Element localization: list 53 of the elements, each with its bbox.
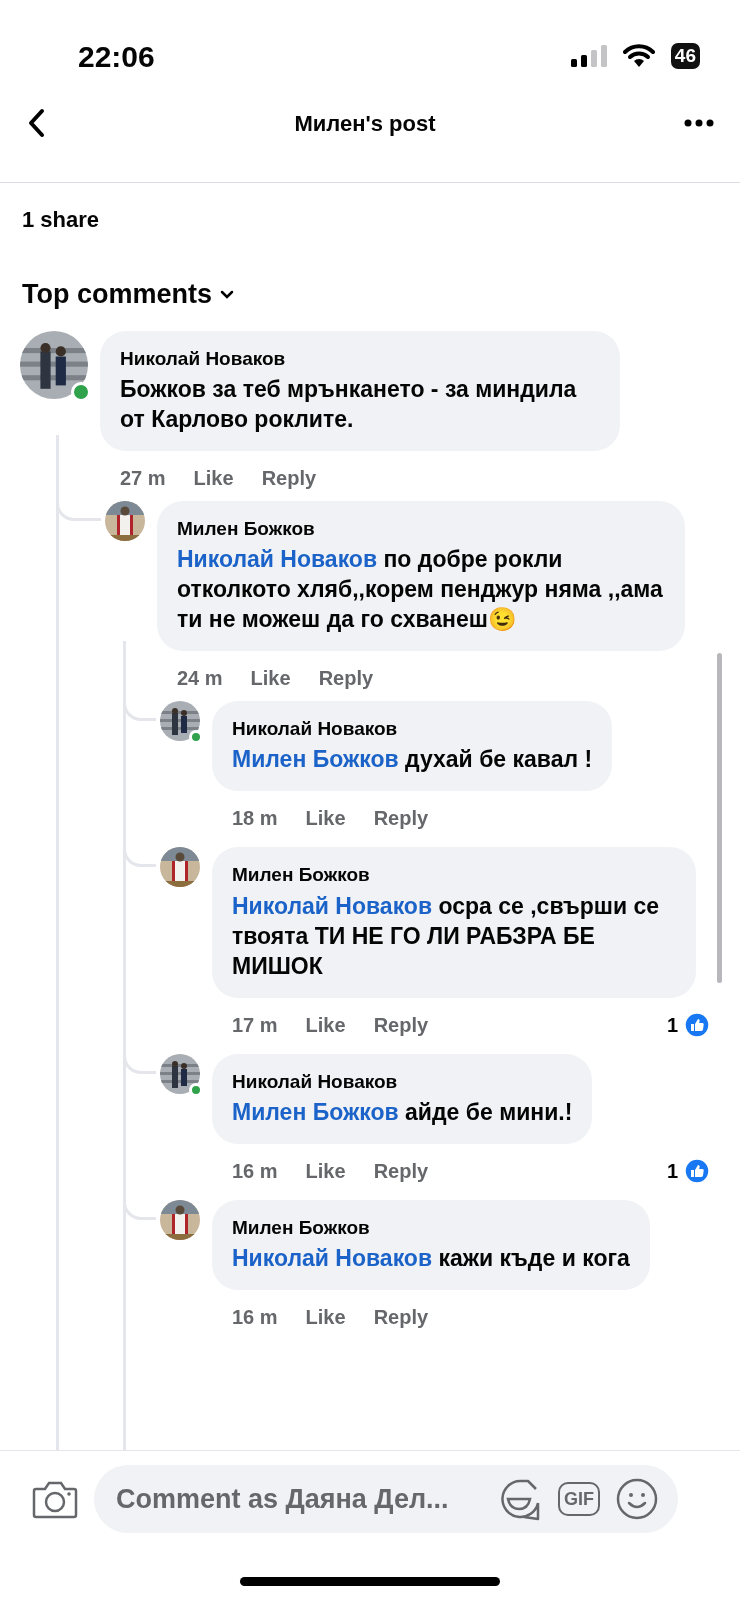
wifi-icon <box>622 44 655 68</box>
reply-link[interactable]: Reply <box>373 1155 429 1186</box>
mention-link[interactable]: Николай Новаков <box>232 892 433 919</box>
comment-text: Милен Божков духай бе кавал ! <box>232 745 593 775</box>
comment-text: Николай Новаков по добре рокли отколкото хляб,,корем пенджур няма ,,ама ти не можеш да го схванеш😉 <box>177 545 664 635</box>
timestamp: 18 m <box>232 806 278 832</box>
like-link[interactable]: Like <box>305 1009 346 1040</box>
sticker-icon[interactable] <box>498 1477 542 1521</box>
reply-link[interactable]: Reply <box>261 462 317 493</box>
mention-link[interactable]: Николай Новаков <box>177 546 378 573</box>
caret-icon <box>220 289 234 299</box>
author-name: Милен Божков <box>232 863 371 888</box>
author-name: Николай Новаков <box>120 346 287 371</box>
reply-link[interactable]: Reply <box>373 1009 429 1040</box>
battery-level: 46 <box>670 43 700 69</box>
mention-link[interactable]: Милен Божков <box>232 1099 399 1125</box>
comment-text: Николай Новаков кажи къде и кога <box>232 1244 630 1274</box>
reaction-count: 1 <box>666 1012 678 1038</box>
like-link[interactable]: Like <box>250 662 291 693</box>
like-link[interactable]: Like <box>193 462 234 493</box>
back-icon[interactable] <box>26 108 46 138</box>
timestamp: 17 m <box>232 1012 278 1038</box>
timestamp: 27 m <box>120 465 166 491</box>
reaction-count: 1 <box>666 1158 678 1184</box>
reply-link[interactable]: Reply <box>373 803 429 834</box>
share-count: 1 share <box>21 206 101 234</box>
mention-link[interactable]: Милен Божков <box>232 746 399 773</box>
author-name: Милен Божков <box>232 1215 371 1240</box>
sort-dropdown[interactable]: Top comments <box>22 274 234 315</box>
author-name: Николай Новаков <box>232 716 399 741</box>
timestamp: 16 m <box>232 1305 278 1331</box>
author-name: Милен Божков <box>177 516 316 541</box>
like-reaction-icon <box>684 1011 710 1038</box>
timestamp: 24 m <box>177 665 223 691</box>
like-link[interactable]: Like <box>305 1155 346 1186</box>
comment-text: Божков за теб мрънкането - за миндила от Карлово роклите. <box>120 375 578 434</box>
like-reaction-icon <box>684 1157 710 1184</box>
gif-button[interactable]: GIF <box>558 1482 600 1516</box>
more-icon[interactable] <box>684 119 714 127</box>
like-link[interactable]: Like <box>305 803 346 834</box>
reply-link[interactable]: Reply <box>373 1302 429 1333</box>
post-title: Милен's post <box>294 109 436 138</box>
mention-link[interactable]: Николай Новаков <box>232 1245 433 1272</box>
reply-link[interactable]: Reply <box>318 662 374 693</box>
comment-text: Милен Божков айде бе мини.! <box>232 1098 573 1127</box>
like-link[interactable]: Like <box>305 1302 346 1333</box>
author-name: Николай Новаков <box>232 1069 399 1094</box>
emoji-icon[interactable] <box>616 1478 658 1520</box>
clock-time: 22:06 <box>78 38 155 75</box>
signal-icon <box>570 45 607 67</box>
camera-icon[interactable] <box>32 1479 78 1519</box>
comment-text: Николай Новаков осра се ,свърши се твоята ТИ НЕ ГО ЛИ РАБЗРА БЕ МИШОК <box>232 891 661 981</box>
timestamp: 16 m <box>232 1158 278 1184</box>
